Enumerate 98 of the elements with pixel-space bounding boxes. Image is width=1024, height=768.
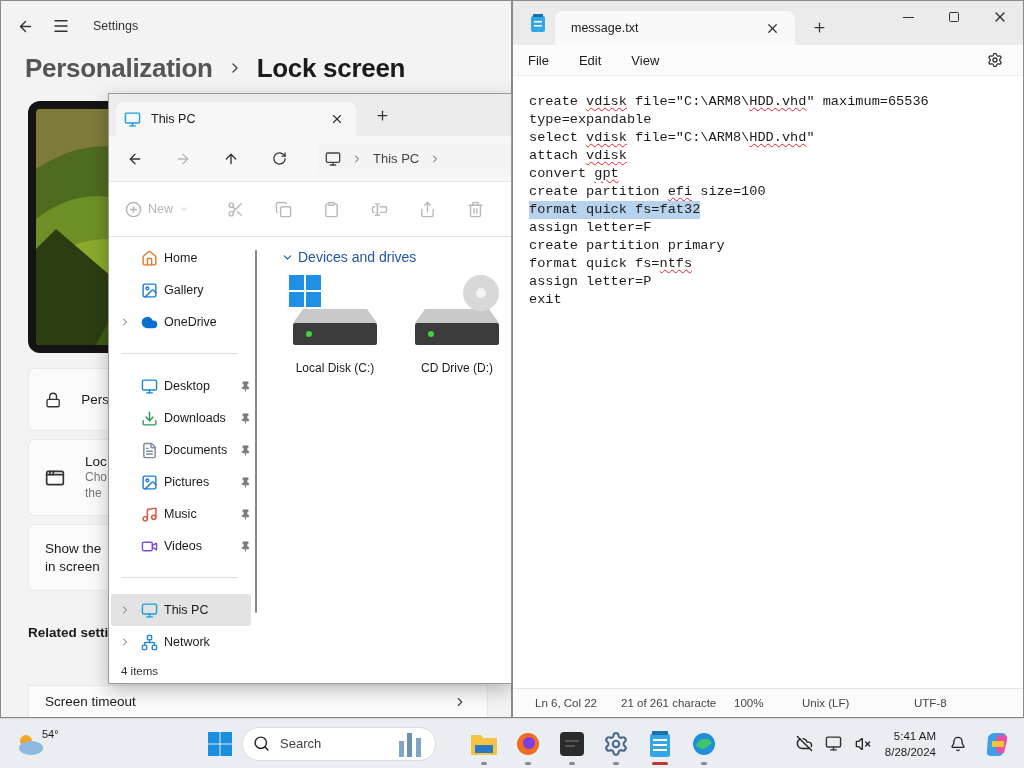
file-tab[interactable]: message.txt <box>555 11 795 45</box>
breadcrumb-link[interactable]: Personalization <box>25 52 213 84</box>
scissors-icon <box>226 200 244 218</box>
computer-icon <box>141 601 158 619</box>
nav-item[interactable]: OneDrive <box>111 306 251 338</box>
home-icon <box>141 249 158 267</box>
drive-label[interactable]: CD Drive (D:) <box>421 361 493 375</box>
edge-icon <box>692 731 716 756</box>
clock[interactable]: 5:41 AM 8/28/2024 <box>884 727 936 760</box>
menu-item[interactable]: Edit <box>578 48 612 72</box>
setting-card[interactable]: Pers <box>28 368 109 431</box>
status-text: Unix (LF) <box>802 697 851 709</box>
code-line: create partition efi size=100 <box>529 183 766 201</box>
music-icon <box>141 505 158 523</box>
code-line: assign letter=P <box>529 273 652 291</box>
caret-icon <box>179 204 189 214</box>
menu-item[interactable]: File <box>528 48 559 72</box>
refresh-icon <box>271 151 287 166</box>
code-line: type=expandable <box>529 111 652 129</box>
nav-item[interactable]: Pictures <box>111 466 251 498</box>
nav-item[interactable]: Music <box>111 498 251 530</box>
notepad-icon <box>531 14 545 32</box>
menu-item[interactable]: View <box>631 48 670 72</box>
code-line: attach vdisk <box>529 147 627 165</box>
notepad-icon <box>650 730 670 757</box>
status-text: 4 items <box>120 664 160 679</box>
nav-item[interactable]: Videos <box>111 530 251 562</box>
copy-icon <box>274 200 292 218</box>
monitor-icon <box>825 735 843 752</box>
settings-icon <box>603 730 629 757</box>
picture-icon <box>141 473 158 491</box>
card-text: in screen <box>45 557 101 576</box>
desktop-icon <box>141 377 158 395</box>
code-line: select vdisk file="C:\ARM8\HDD.vhd" <box>529 129 815 147</box>
computer-icon <box>124 110 141 128</box>
minimize-icon <box>902 16 914 18</box>
terminal-icon <box>560 731 584 756</box>
nav-item[interactable]: Downloads <box>111 402 251 434</box>
nav-item[interactable]: Desktop <box>111 370 251 402</box>
card-title: Pers <box>81 392 109 407</box>
settings-icon <box>987 52 1003 68</box>
maximize-icon <box>948 11 960 23</box>
rename-icon <box>370 200 388 218</box>
nav-item[interactable]: Documents <box>111 434 251 466</box>
section-heading: Related setti <box>28 625 109 640</box>
address-text: This PC <box>373 151 420 166</box>
plus-icon <box>374 107 390 123</box>
menu-icon <box>52 17 70 35</box>
card-title: Loc <box>85 454 107 469</box>
code-line: create vdisk file="C:\ARM8\HDD.vhd" maximum=65536 <box>529 93 929 111</box>
cloud-off-icon[interactable] <box>795 735 813 752</box>
search-input[interactable]: Search <box>278 735 389 752</box>
code-line: assign letter=F <box>529 219 652 237</box>
notification-icon[interactable] <box>950 735 966 752</box>
share-icon <box>418 200 436 218</box>
clipboard-icon <box>322 200 340 218</box>
mute-icon[interactable] <box>854 735 871 752</box>
temperature: 54° <box>42 727 59 740</box>
nav-item[interactable]: Gallery <box>111 274 251 306</box>
nav-item[interactable]: This PC <box>111 594 251 626</box>
card-text: Show the <box>45 539 102 558</box>
network-icon <box>141 633 158 651</box>
code-line: create partition primary <box>529 237 725 255</box>
folder-icon <box>471 732 497 755</box>
drive-label[interactable]: Local Disk (C:) <box>295 361 375 375</box>
download-icon <box>141 409 158 427</box>
window-title: Settings <box>93 19 139 33</box>
plus-circle-icon <box>125 200 142 218</box>
code-line: exit <box>529 291 562 309</box>
status-text: 21 of 261 characte <box>621 697 718 709</box>
computer-icon <box>325 150 341 167</box>
close-icon <box>330 112 344 126</box>
nav-item[interactable]: Home <box>111 242 251 274</box>
card-description: Cho <box>85 469 107 485</box>
trash-icon <box>466 200 484 218</box>
setting-card[interactable]: Loc Cho the <box>28 439 109 516</box>
browser-icon <box>516 731 540 756</box>
search-bar[interactable]: Search <box>242 726 436 761</box>
status-text: UTF-8 <box>914 697 948 709</box>
setting-card[interactable]: Screen timeout <box>28 685 488 717</box>
windows-icon <box>208 731 232 756</box>
copilot-icon[interactable] <box>984 730 1010 757</box>
card-title: Screen timeout <box>45 694 136 709</box>
explorer-tab[interactable]: This PC <box>116 102 356 136</box>
code-line: convert gpt <box>529 165 619 183</box>
setting-card[interactable]: Show the in screen <box>28 524 109 591</box>
group-header[interactable]: Devices and drives <box>281 247 511 267</box>
card-description: the <box>85 485 103 501</box>
status-text: Ln 6, Col 22 <box>535 697 598 709</box>
page-title: Lock screen <box>256 52 406 84</box>
plus-icon <box>811 19 827 35</box>
search-icon <box>253 735 270 752</box>
scrollbar[interactable] <box>255 250 257 613</box>
status-text: 100% <box>734 697 765 709</box>
code-line: format quick fs=ntfs <box>529 255 693 273</box>
gallery-icon <box>141 281 158 299</box>
nav-item[interactable]: Network <box>111 626 251 658</box>
document-icon <box>141 441 158 459</box>
